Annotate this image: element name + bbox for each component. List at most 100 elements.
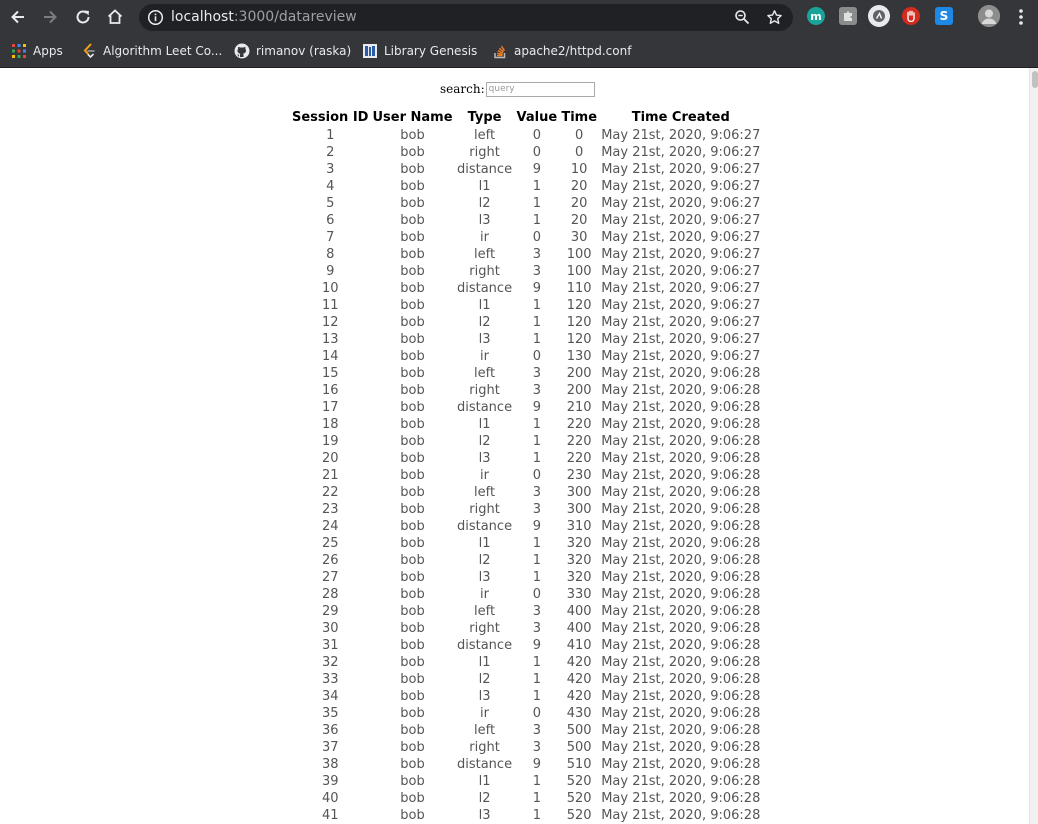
cell-time: 230 (566, 468, 592, 483)
bookmark-stackoverflow[interactable]: apache2/httpd.conf (492, 42, 631, 60)
cell-time: 100 (566, 247, 592, 262)
table-row: 28 bob ir 0 330 May 21st, 2020, 9:06:28 (290, 586, 762, 603)
bookmark-github[interactable]: rimanov (raska) (234, 42, 351, 60)
cell-user-name: bob (400, 298, 425, 313)
cell-type: ir (480, 706, 490, 721)
table-row: 21 bob ir 0 230 May 21st, 2020, 9:06:28 (290, 467, 762, 484)
bookmark-library-genesis[interactable]: Library Genesis (362, 42, 477, 60)
forward-button[interactable] (38, 5, 62, 29)
cell-type: l2 (478, 196, 491, 211)
table-row: 6 bob l3 1 20 May 21st, 2020, 9:06:27 (290, 212, 762, 229)
header-time-created[interactable]: Time Created (599, 108, 762, 127)
url-text[interactable]: localhost:3000/datareview (171, 8, 357, 26)
browser-toolbar: localhost:3000/datareview m S (0, 0, 1038, 34)
bookmark-label: rimanov (raska) (256, 44, 352, 58)
cell-user-name: bob (400, 621, 425, 636)
cell-type: distance (456, 281, 513, 296)
cell-value: 1 (532, 434, 541, 449)
cell-session-id: 29 (321, 604, 339, 619)
cell-time: 110 (566, 281, 592, 296)
cell-session-id: 39 (321, 774, 339, 789)
cell-time: 320 (566, 570, 592, 585)
page-scrollbar[interactable] (1029, 68, 1038, 824)
cell-time-created: May 21st, 2020, 9:06:28 (601, 638, 761, 653)
cell-value: 1 (532, 536, 541, 551)
table-row: 22 bob left 3 300 May 21st, 2020, 9:06:28 (290, 484, 762, 501)
cell-session-id: 16 (321, 383, 339, 398)
cell-type: ir (480, 230, 490, 245)
cell-time: 20 (570, 179, 588, 194)
cell-time-created: May 21st, 2020, 9:06:27 (601, 128, 761, 143)
cell-time-created: May 21st, 2020, 9:06:28 (601, 723, 761, 738)
cell-user-name: bob (400, 145, 425, 160)
cell-session-id: 12 (321, 315, 339, 330)
home-button[interactable] (103, 5, 127, 29)
forward-arrow-icon (44, 10, 57, 24)
profile-avatar[interactable] (978, 5, 1000, 27)
table-row: 31 bob distance 9 410 May 21st, 2020, 9:06:28 (290, 637, 762, 654)
bookmark-apps[interactable]: Apps (11, 42, 63, 60)
circle-extension-icon[interactable] (868, 5, 890, 27)
cell-value: 9 (532, 400, 541, 415)
cell-session-id: 18 (321, 417, 339, 432)
cell-time: 510 (566, 757, 592, 772)
cell-time-created: May 21st, 2020, 9:06:28 (601, 757, 761, 772)
s-extension-icon[interactable]: S (935, 7, 953, 25)
cell-time: 500 (566, 740, 592, 755)
bookmark-leetcode[interactable]: Algorithm Leet Co... (81, 42, 222, 60)
cell-value: 1 (532, 570, 541, 585)
cell-time-created: May 21st, 2020, 9:06:28 (601, 383, 761, 398)
table-row: 33 bob l2 1 420 May 21st, 2020, 9:06:28 (290, 671, 762, 688)
cell-session-id: 23 (321, 502, 339, 517)
cell-type: l1 (478, 774, 491, 789)
cell-time-created: May 21st, 2020, 9:06:28 (601, 774, 761, 789)
stop-hand-extension-icon[interactable] (902, 7, 920, 25)
cell-time-created: May 21st, 2020, 9:06:28 (601, 689, 761, 704)
puzzle-extension-icon[interactable] (839, 7, 857, 25)
header-user-name[interactable]: User Name (370, 108, 454, 127)
m-extension-icon[interactable]: m (807, 7, 825, 25)
home-icon (107, 9, 123, 24)
header-session-id[interactable]: Session ID (290, 108, 370, 127)
cell-user-name: bob (400, 230, 425, 245)
cell-time-created: May 21st, 2020, 9:06:27 (601, 179, 761, 194)
header-type[interactable]: Type (455, 108, 515, 127)
address-bar[interactable]: localhost:3000/datareview (139, 4, 793, 31)
reload-button[interactable] (71, 5, 95, 29)
cell-time-created: May 21st, 2020, 9:06:28 (601, 672, 761, 687)
cell-time: 120 (566, 298, 592, 313)
table-row: 11 bob l1 1 120 May 21st, 2020, 9:06:27 (290, 297, 762, 314)
table-row: 12 bob l2 1 120 May 21st, 2020, 9:06:27 (290, 314, 762, 331)
header-time[interactable]: Time (559, 108, 599, 127)
cell-time: 410 (566, 638, 592, 653)
cell-value: 1 (532, 451, 541, 466)
table-row: 3 bob distance 9 10 May 21st, 2020, 9:06:27 (290, 161, 762, 178)
cell-session-id: 17 (321, 400, 339, 415)
cell-type: left (474, 485, 496, 500)
search-input[interactable] (485, 81, 595, 97)
cell-value: 3 (532, 383, 541, 398)
browser-menu-button[interactable] (1010, 5, 1032, 29)
cell-session-id: 15 (321, 366, 339, 381)
info-icon[interactable] (147, 9, 164, 26)
back-button[interactable] (6, 5, 30, 29)
star-icon[interactable] (766, 9, 783, 26)
header-value[interactable]: Value (515, 108, 560, 127)
cell-value: 3 (532, 604, 541, 619)
cell-session-id: 6 (326, 213, 335, 228)
cell-user-name: bob (400, 366, 425, 381)
cell-time: 330 (566, 587, 592, 602)
scrollbar-thumb[interactable] (1032, 71, 1038, 88)
cell-type: ir (480, 468, 490, 483)
table-row: 14 bob ir 0 130 May 21st, 2020, 9:06:27 (290, 348, 762, 365)
table-row: 23 bob right 3 300 May 21st, 2020, 9:06:28 (290, 501, 762, 518)
circle-logo-icon (873, 10, 885, 22)
kebab-menu-icon (1019, 9, 1023, 25)
cell-type: l1 (478, 179, 491, 194)
cell-value: 3 (532, 621, 541, 636)
zoom-icon[interactable] (734, 9, 750, 25)
cell-session-id: 33 (321, 672, 339, 687)
cell-session-id: 35 (321, 706, 339, 721)
cell-time-created: May 21st, 2020, 9:06:28 (601, 808, 761, 823)
table-row: 39 bob l1 1 520 May 21st, 2020, 9:06:28 (290, 773, 762, 790)
